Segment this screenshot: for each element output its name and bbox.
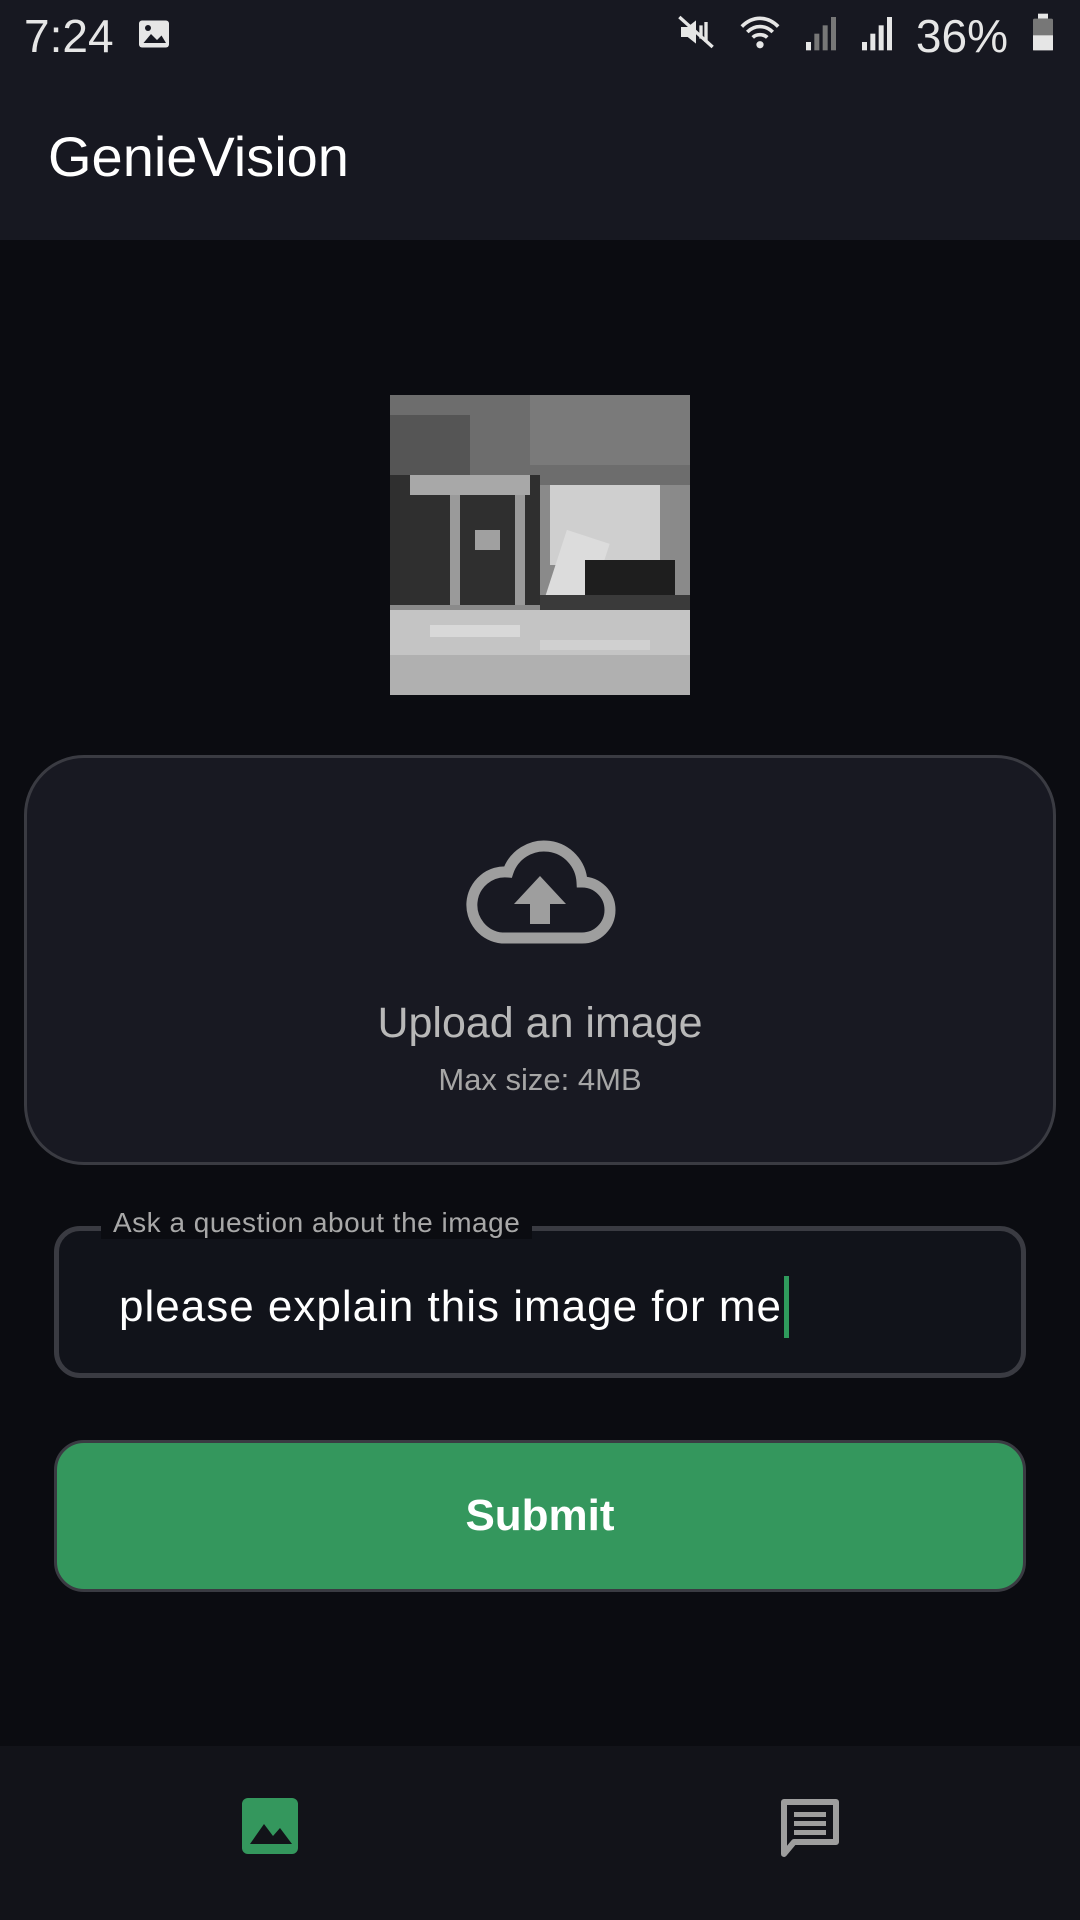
status-time: 7:24: [24, 10, 114, 62]
battery-percent: 36%: [915, 10, 1008, 62]
app-title: GenieVision: [48, 124, 349, 188]
mute-icon: [676, 9, 716, 63]
status-bar: 7:24 36%: [0, 0, 1080, 72]
signal-icon: [860, 9, 894, 63]
nav-tab-image[interactable]: [240, 1796, 300, 1861]
wifi-icon: [738, 9, 782, 63]
submit-button[interactable]: Submit: [54, 1440, 1026, 1592]
signal-icon: [804, 9, 838, 63]
text-cursor: [784, 1276, 789, 1338]
app-bar: GenieVision: [0, 72, 1080, 240]
question-input-value: please explain this image for me: [119, 1282, 782, 1331]
image-icon: [240, 1798, 300, 1860]
uploaded-image-thumbnail: [390, 395, 690, 695]
bottom-navigation: [0, 1746, 1080, 1920]
upload-max-size: Max size: 4MB: [438, 1062, 642, 1097]
chat-icon: [778, 1799, 842, 1864]
question-field-label: Ask a question about the image: [101, 1207, 533, 1239]
image-notification-icon: [136, 9, 172, 63]
question-field[interactable]: Ask a question about the image please ex…: [54, 1207, 1026, 1378]
upload-title: Upload an image: [377, 999, 703, 1047]
upload-image-button[interactable]: Upload an image Max size: 4MB: [24, 755, 1056, 1165]
nav-tab-chat[interactable]: [778, 1796, 842, 1865]
battery-icon: [1030, 9, 1056, 63]
question-input[interactable]: please explain this image for me: [119, 1276, 981, 1338]
cloud-upload-icon: [464, 838, 616, 949]
